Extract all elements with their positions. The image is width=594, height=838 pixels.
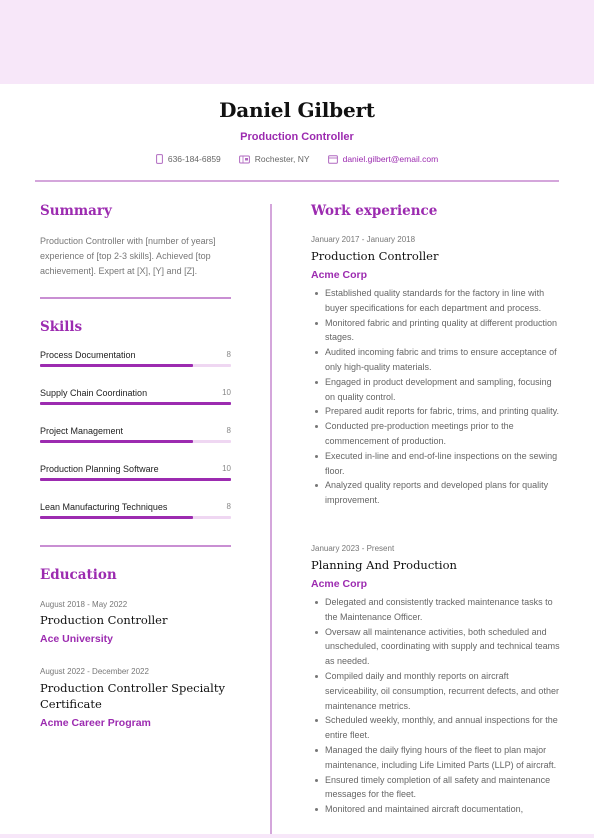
skill-level: 8: [226, 350, 231, 359]
skill-bar-track: [40, 440, 231, 443]
location-text: Rochester, NY: [254, 154, 310, 164]
skill-bar-track: [40, 364, 231, 367]
skills-divider: [40, 545, 231, 547]
skill-name: Supply Chain Coordination: [40, 388, 148, 398]
job-bullet: Audited incoming fabric and trims to ens…: [311, 345, 561, 375]
skill-level: 8: [226, 426, 231, 435]
skill-level: 8: [226, 502, 231, 511]
skill-bar-fill: [40, 440, 193, 443]
skill-name: Project Management: [40, 426, 124, 436]
resume-page: Daniel Gilbert Production Controller 636…: [0, 84, 594, 834]
job-bullet: Established quality standards for the fa…: [311, 286, 561, 316]
column-divider: [270, 204, 272, 834]
map-icon: [238, 155, 250, 164]
mail-icon: [327, 154, 338, 164]
skill-item: Lean Manufacturing Techniques 8: [40, 502, 231, 522]
job-bullets: Established quality standards for the fa…: [311, 286, 561, 508]
job-title: Production Controller: [311, 249, 439, 263]
job-bullet: Delegated and consistently tracked maint…: [311, 595, 561, 625]
skill-item: Process Documentation 8: [40, 350, 231, 370]
contact-email[interactable]: daniel.gilbert@email.com: [327, 154, 439, 164]
header-divider: [35, 180, 559, 182]
skill-level: 10: [222, 388, 231, 397]
education-institution: Ace University: [40, 633, 113, 645]
education-institution: Acme Career Program: [40, 717, 151, 729]
skill-bar-track: [40, 516, 231, 519]
job-bullet: Managed the daily flying hours of the fl…: [311, 743, 561, 773]
job-title: Planning And Production: [311, 558, 457, 572]
skill-bar-fill: [40, 402, 231, 405]
skill-item: Supply Chain Coordination 10: [40, 388, 231, 408]
job-bullet: Monitored fabric and printing quality at…: [311, 316, 561, 346]
job-bullet: Conducted pre-production meetings prior …: [311, 419, 561, 449]
phone-icon: [155, 154, 163, 164]
job-bullet: Scheduled weekly, monthly, and annual in…: [311, 713, 561, 743]
contact-row: 636-184-6859 Rochester, NY daniel.gilber…: [0, 154, 594, 164]
job-dates: January 2017 - January 2018: [311, 235, 416, 244]
job-bullet: Monitored and maintained aircraft docume…: [311, 802, 561, 817]
contact-location: Rochester, NY: [238, 154, 310, 164]
skills-heading: Skills: [40, 319, 83, 335]
education-heading: Education: [40, 567, 117, 583]
skill-level: 10: [222, 464, 231, 473]
education-title: Production Controller Specialty Certific…: [40, 681, 225, 711]
summary-divider: [40, 297, 231, 299]
skill-item: Production Planning Software 10: [40, 464, 231, 484]
job-bullets: Delegated and consistently tracked maint…: [311, 595, 561, 817]
phone-text: 636-184-6859: [167, 154, 221, 164]
summary-text: Production Controller with [number of ye…: [40, 236, 216, 276]
job-company: Acme Corp: [311, 269, 368, 281]
job-bullet: Analyzed quality reports and developed p…: [311, 478, 561, 508]
work-heading: Work experience: [311, 203, 438, 219]
skill-bar-track: [40, 478, 231, 481]
job-dates: January 2023 - Present: [311, 544, 395, 553]
summary-heading: Summary: [40, 203, 112, 219]
skill-bar-track: [40, 402, 231, 405]
contact-phone: 636-184-6859: [155, 154, 221, 164]
candidate-name: Daniel Gilbert: [219, 98, 375, 122]
education-dates: August 2018 - May 2022: [40, 600, 128, 609]
top-band: [0, 0, 594, 84]
skill-bar-fill: [40, 516, 193, 519]
skill-name: Production Planning Software: [40, 464, 159, 474]
education-dates: August 2022 - December 2022: [40, 667, 149, 676]
education-title: Production Controller: [40, 613, 168, 627]
email-link[interactable]: daniel.gilbert@email.com: [343, 154, 439, 164]
candidate-role: Production Controller: [240, 131, 354, 143]
job-bullet: Oversaw all maintenance activities, both…: [311, 625, 561, 669]
job-bullet: Engaged in product development and sampl…: [311, 375, 561, 405]
skill-name: Process Documentation: [40, 350, 136, 360]
job-bullet: Executed in-line and end-of-line inspect…: [311, 449, 561, 479]
job-bullet: Ensured timely completion of all safety …: [311, 773, 561, 803]
bottom-band: [0, 834, 594, 838]
job-company: Acme Corp: [311, 578, 368, 590]
skill-bar-fill: [40, 364, 193, 367]
job-bullet: Prepared audit reports for fabric, trims…: [311, 404, 561, 419]
skill-name: Lean Manufacturing Techniques: [40, 502, 168, 512]
skill-item: Project Management 8: [40, 426, 231, 446]
job-bullet: Compiled daily and monthly reports on ai…: [311, 669, 561, 713]
skill-bar-fill: [40, 478, 231, 481]
